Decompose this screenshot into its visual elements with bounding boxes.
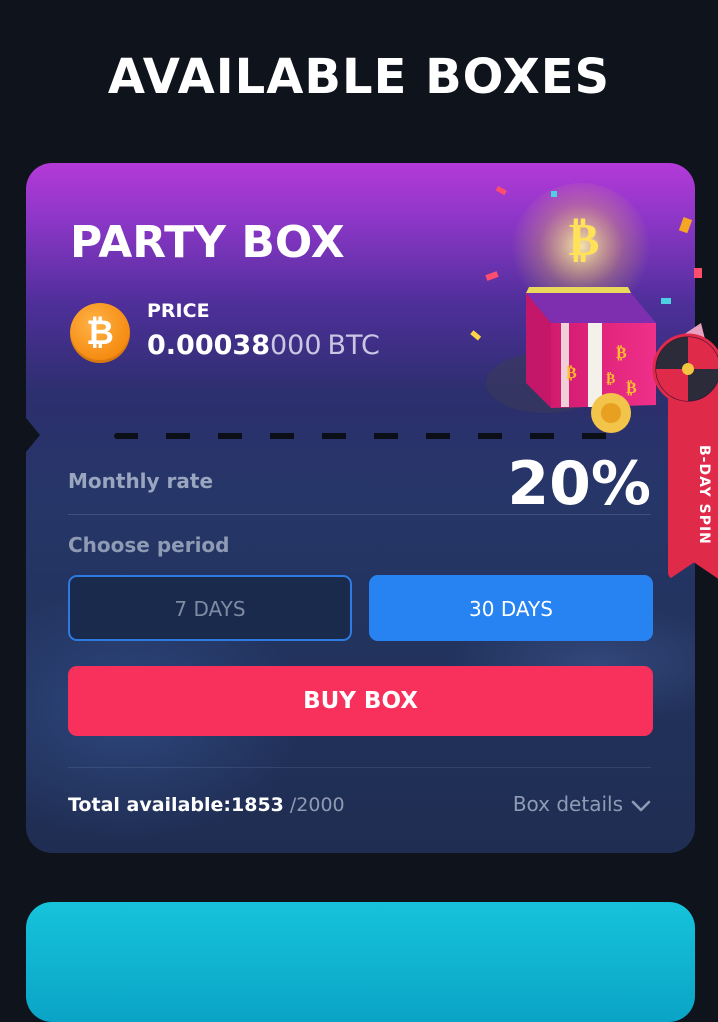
total-available: Total available:1853/2000	[68, 794, 345, 816]
svg-text:₿: ₿	[626, 378, 637, 397]
price-value-trailing: 000	[269, 330, 322, 361]
bitcoin-icon: ₿	[70, 303, 130, 363]
divider	[68, 514, 651, 515]
price-value: 0.00038000 BTC	[147, 329, 380, 363]
total-available-count: 1853	[231, 794, 284, 816]
period-option-30-days[interactable]: 30 DAYS	[369, 575, 653, 641]
spin-wheel-icon	[652, 333, 718, 405]
svg-text:₿: ₿	[566, 363, 577, 382]
box-title: PARTY BOX	[70, 217, 345, 268]
total-available-max: /2000	[289, 794, 345, 816]
next-box-card	[26, 902, 695, 1022]
party-box-card: PARTY BOX ₿ PRICE 0.00038000BTC ₿ ₿ ₿ ₿	[20, 163, 706, 853]
total-available-label: Total available:	[68, 794, 231, 816]
svg-text:₿: ₿	[569, 212, 600, 266]
price-label: PRICE	[147, 300, 210, 322]
choose-period-label: Choose period	[68, 533, 230, 557]
buy-box-button[interactable]: BUY BOX	[68, 666, 653, 736]
period-option-7-days[interactable]: 7 DAYS	[68, 575, 352, 641]
price-value-main: 0.00038	[147, 330, 270, 361]
bday-spin-label: B-DAY SPIN	[696, 445, 712, 545]
svg-text:₿: ₿	[606, 371, 615, 387]
box-details-label: Box details	[512, 792, 623, 816]
monthly-rate-label: Monthly rate	[68, 469, 214, 493]
divider	[68, 767, 651, 768]
page-title: AVAILABLE BOXES	[107, 49, 611, 105]
chevron-down-icon	[631, 800, 651, 812]
monthly-rate-value: 20%	[507, 449, 651, 519]
svg-text:₿: ₿	[616, 343, 627, 362]
box-details-button[interactable]: Box details	[513, 792, 651, 816]
ticket-divider	[114, 433, 614, 439]
price-unit: BTC	[327, 330, 380, 361]
